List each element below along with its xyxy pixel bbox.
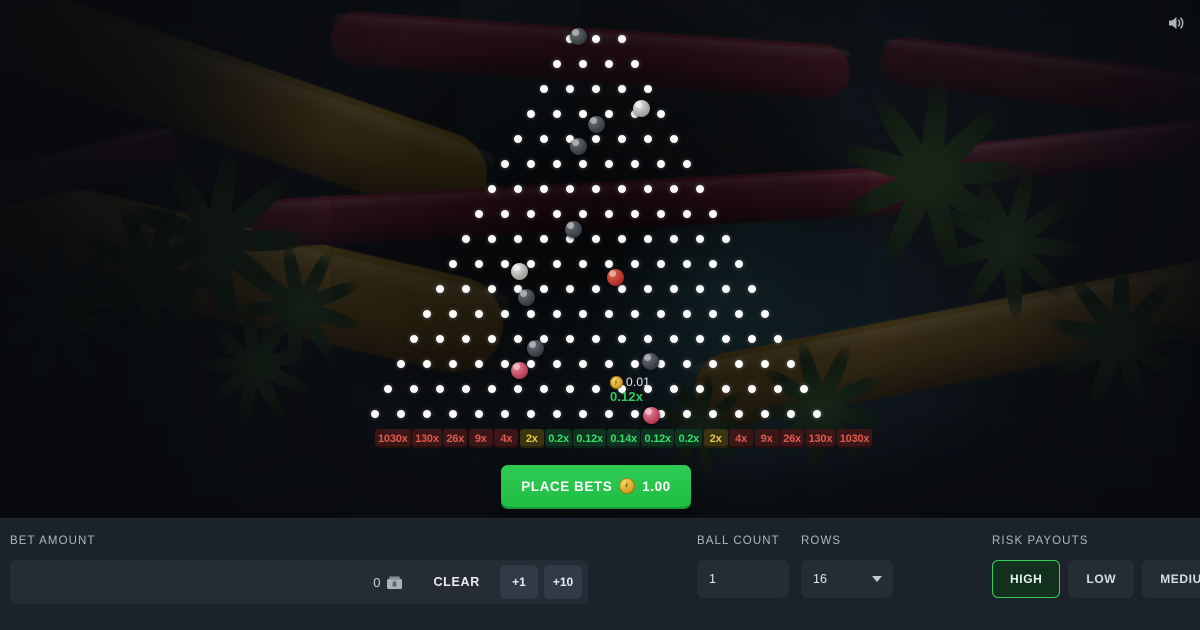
payout-chip: 0.2x xyxy=(675,429,703,448)
payout-chip: 130x xyxy=(412,429,442,448)
plinko-ball xyxy=(526,339,544,357)
plinko-ball xyxy=(517,288,535,306)
risk-button-group: HIGHLOWMEDIUM xyxy=(992,560,1200,598)
plinko-ball xyxy=(632,99,650,117)
clear-bet-button[interactable]: CLEAR xyxy=(419,567,494,597)
plinko-ball xyxy=(569,137,587,155)
rows-label: ROWS xyxy=(801,535,842,547)
payout-chip: 2x xyxy=(519,429,544,448)
place-bets-label: PLACE BETS xyxy=(521,478,613,494)
payout-chip: 9x xyxy=(754,429,779,448)
rows-select-wrapper: 16 xyxy=(801,560,893,598)
ball-count-input[interactable] xyxy=(697,560,789,598)
bet-amount-value: 0 xyxy=(373,574,381,590)
gold-coin-icon xyxy=(619,478,636,494)
plinko-ball xyxy=(510,262,528,280)
plinko-ball xyxy=(642,406,660,424)
payout-chip: 9x xyxy=(468,429,493,448)
controls-bar: BET AMOUNT 0 CLEAR +1 +10 BALL COUNT 1 R… xyxy=(0,518,1200,630)
payout-chip-row: 1030x 130x 26x 9x 4x 2x 0.2x 0.12x 0.14x 0.12x 0.2… xyxy=(375,429,873,448)
rows-select[interactable]: 16 xyxy=(801,560,893,598)
risk-button-low[interactable]: LOW xyxy=(1068,560,1135,598)
payout-chip: 0.14x xyxy=(607,429,640,448)
payout-chip: 26x xyxy=(780,429,805,448)
risk-button-high[interactable]: HIGH xyxy=(992,560,1061,598)
payout-chip: 0.12x xyxy=(573,429,606,448)
volume-on-icon[interactable] xyxy=(1166,14,1186,32)
plinko-ball xyxy=(510,361,528,379)
place-bets-button[interactable]: PLACE BETS 1.00 xyxy=(501,465,691,507)
bet-amount-label: BET AMOUNT xyxy=(10,535,96,547)
plinko-ball xyxy=(641,352,659,370)
payout-chip: 130x xyxy=(805,429,836,448)
game-stage: 0.01 0.12x 1030x 130x 26x 9x 4x 2x 0.2x 0.12x 0.… xyxy=(0,0,1200,518)
place-bets-amount: 1.00 xyxy=(642,478,671,494)
payout-chip: 2x xyxy=(703,429,728,448)
payout-chip: 0.2x xyxy=(545,429,572,448)
plinko-ball xyxy=(564,220,582,238)
bet-amount-section: BET AMOUNT 0 CLEAR +1 +10 xyxy=(10,535,588,604)
payout-chip: 1030x xyxy=(836,429,873,448)
bet-plus-ten-button[interactable]: +10 xyxy=(544,565,582,599)
plinko-ball xyxy=(569,27,587,45)
payout-chip: 26x xyxy=(443,429,468,448)
bet-plus-one-button[interactable]: +1 xyxy=(500,565,538,599)
payout-chip: 4x xyxy=(729,429,754,448)
wallet-icon xyxy=(386,575,403,590)
plinko-ball xyxy=(587,115,605,133)
ball-count-section: BALL COUNT xyxy=(697,535,789,598)
plinko-ball xyxy=(606,268,624,286)
risk-button-medium[interactable]: MEDIUM xyxy=(1142,560,1200,598)
bet-amount-input[interactable]: 0 CLEAR +1 +10 xyxy=(10,560,588,604)
payout-chip: 4x xyxy=(494,429,519,448)
risk-payouts-label: RISK PAYOUTS xyxy=(992,535,1089,547)
rows-section: ROWS 16 xyxy=(801,535,893,598)
payout-chip: 0.12x xyxy=(641,429,674,448)
payout-chip: 1030x xyxy=(375,429,411,448)
risk-payouts-section: RISK PAYOUTS HIGHLOWMEDIUM xyxy=(992,535,1200,598)
ball-count-label: BALL COUNT xyxy=(697,535,780,547)
plinko-game-page: 0.01 0.12x 1030x 130x 26x 9x 4x 2x 0.2x 0.12x 0.… xyxy=(0,0,1200,630)
